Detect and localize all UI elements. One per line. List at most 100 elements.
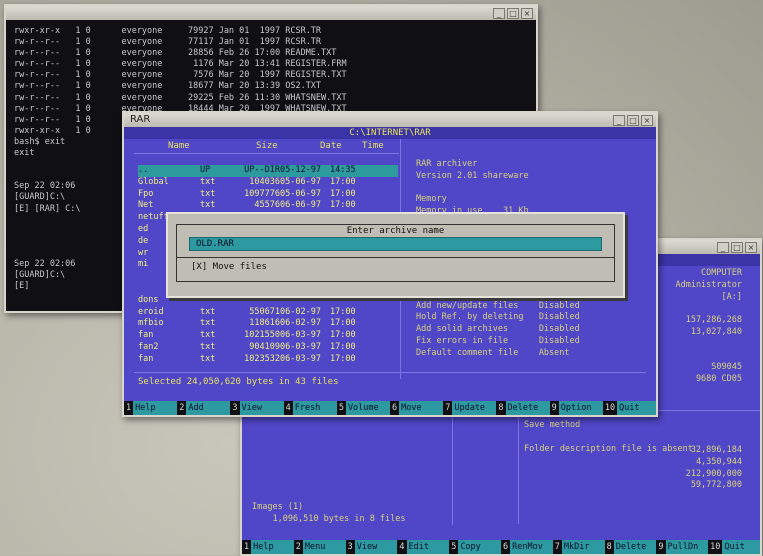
dialog-separator xyxy=(177,257,614,258)
file-row[interactable]: .. UP UP--DIR05-12-97 14:35 xyxy=(138,165,398,177)
file-type: txt xyxy=(200,341,216,352)
terminal-line: rwxr-xr-x 1 0 everyone 79927 Jan 01 1997… xyxy=(14,26,322,36)
file-name: fan2 xyxy=(138,341,159,352)
file-type: txt xyxy=(200,200,216,211)
archive-name-input[interactable]: OLD.RAR xyxy=(189,237,602,251)
file-date: 05-06-97 xyxy=(280,176,321,187)
file-row[interactable]: Fpo txt 109777605-06-97 17:00 xyxy=(138,189,398,201)
fkey-label: Option xyxy=(558,401,603,415)
fkey-delete-button[interactable]: 8 Delete xyxy=(605,540,657,554)
file-row[interactable]: Global txt 10403605-06-97 17:00 xyxy=(138,177,398,189)
fkey-quit-button[interactable]: 10 Quit xyxy=(708,540,760,554)
fkey-add-button[interactable]: 2 Add xyxy=(177,401,231,415)
fkey-view-button[interactable]: 3 View xyxy=(230,401,284,415)
file-size: 550671 xyxy=(249,306,280,317)
minimize-icon[interactable]: _ xyxy=(613,115,625,126)
file-time: 17:00 xyxy=(330,200,356,211)
fkey-number: 1 xyxy=(244,542,250,552)
note-line: Folder description file is absent xyxy=(524,443,693,454)
status-line: Images (1) xyxy=(252,502,304,512)
fkey-label: Delete xyxy=(613,540,657,554)
fkey-number: 3 xyxy=(232,403,238,413)
fkey-label: Update xyxy=(452,401,497,415)
drive-info-line: 59,772,800 xyxy=(690,480,742,491)
file-date: 05-06-97 xyxy=(280,188,321,199)
dialog-title-wrap: Enter archive name xyxy=(177,218,614,237)
panel-status: Images (1) 1,096,510 bytes in 8 files xyxy=(252,502,406,526)
close-icon[interactable]: × xyxy=(745,242,757,253)
file-name: fan xyxy=(138,353,154,364)
info-line: Hold Ref. by deleting Disabled xyxy=(416,312,580,323)
fkey-mkdir-button[interactable]: 7 MkDir xyxy=(553,540,605,554)
fkey-view-button[interactable]: 3 View xyxy=(346,540,398,554)
fkey-number: 7 xyxy=(445,403,451,413)
file-time: 17:00 xyxy=(330,318,356,329)
column-header-name[interactable]: Name xyxy=(168,139,190,153)
fkey-edit-button[interactable]: 4 Edit xyxy=(397,540,450,554)
fkey-volume-button[interactable]: 5 Volume xyxy=(337,401,391,415)
info-line: Version 2.01 shareware xyxy=(416,170,529,181)
fkey-label: PullDn xyxy=(665,540,709,554)
window-title: RAR xyxy=(130,114,151,125)
column-header-size[interactable]: Size xyxy=(256,139,278,153)
file-type: txt xyxy=(200,306,216,317)
column-header-time[interactable]: Time xyxy=(362,139,384,153)
note-line: Save method xyxy=(524,420,581,430)
fkey-label: View xyxy=(239,401,284,415)
fkey-number: 10 xyxy=(710,542,721,552)
rar-title-bar[interactable]: RAR _ □ × xyxy=(124,113,656,127)
close-icon[interactable]: × xyxy=(641,115,653,126)
fkey-number: 9 xyxy=(658,542,664,552)
file-size: 45576 xyxy=(254,200,280,211)
file-size: UP--DIR xyxy=(244,165,280,175)
fkey-fresh-button[interactable]: 4 Fresh xyxy=(284,401,337,415)
terminal-title-bar[interactable]: _ □ × xyxy=(6,6,536,20)
fkey-option-button[interactable]: 9 Option xyxy=(550,401,603,415)
file-row[interactable]: mfbio txt 11861606-02-97 17:00 xyxy=(138,318,398,330)
file-type: txt xyxy=(200,188,216,199)
minimize-icon[interactable]: _ xyxy=(493,8,505,19)
archive-path: C:\INTERNET\RAR xyxy=(124,127,656,139)
file-row[interactable]: Net txt 4557606-06-97 17:00 xyxy=(138,200,398,212)
fkey-label: Help xyxy=(251,540,294,554)
fkey-copy-button[interactable]: 5 Copy xyxy=(449,540,501,554)
move-files-checkbox[interactable]: [X] Move files xyxy=(191,262,267,272)
maximize-icon[interactable]: □ xyxy=(507,8,519,19)
info-line: Add solid archives Disabled xyxy=(416,324,580,335)
fkey-label: Quit xyxy=(617,401,657,415)
fkey-help-button[interactable]: 1 Help xyxy=(124,401,178,415)
file-size: 1021550 xyxy=(244,330,280,341)
file-row[interactable]: eroid txt 55067106-02-97 17:00 xyxy=(138,307,398,319)
fkey-menu-button[interactable]: 2 Menu xyxy=(294,540,346,554)
fkey-label: View xyxy=(354,540,398,554)
fkey-pulldn-button[interactable]: 9 PullDn xyxy=(656,540,709,554)
file-size: 904109 xyxy=(249,341,280,352)
minimize-icon[interactable]: _ xyxy=(717,242,729,253)
file-date: 06-02-97 xyxy=(280,306,321,317)
function-key-bar: 1 Help 2 Menu 3 View 4 Edit 5 Copy 6 RenMov 7 MkDir 8 D… xyxy=(242,540,760,554)
file-type: txt xyxy=(200,318,216,329)
archive-name-dialog[interactable]: Enter archive name OLD.RAR [X] Move file… xyxy=(166,212,625,298)
fkey-renmov-button[interactable]: 6 RenMov xyxy=(501,540,553,554)
fkey-quit-button[interactable]: 10 Quit xyxy=(603,401,657,415)
file-size: 1023532 xyxy=(244,353,280,364)
file-row[interactable]: fan txt 102155006-03-97 17:00 xyxy=(138,330,398,342)
fkey-number: 2 xyxy=(295,542,301,552)
fkey-number: 5 xyxy=(338,403,344,413)
fkey-label: Fresh xyxy=(292,401,337,415)
fkey-update-button[interactable]: 7 Update xyxy=(443,401,497,415)
fkey-delete-button[interactable]: 8 Delete xyxy=(496,401,550,415)
file-row[interactable]: fan2 txt 90410906-03-97 17:00 xyxy=(138,342,398,354)
fkey-move-button[interactable]: 6 Move xyxy=(390,401,444,415)
selection-status: Selected 24,050,620 bytes in 43 files xyxy=(138,377,339,387)
file-row[interactable]: fan txt 102353206-03-97 17:00 xyxy=(138,354,398,366)
close-icon[interactable]: × xyxy=(521,8,533,19)
fkey-help-button[interactable]: 1 Help xyxy=(242,540,294,554)
column-header-date[interactable]: Date xyxy=(320,139,342,153)
maximize-icon[interactable]: □ xyxy=(627,115,639,126)
file-time: 17:00 xyxy=(330,176,356,187)
maximize-icon[interactable]: □ xyxy=(731,242,743,253)
fkey-number: 5 xyxy=(451,542,457,552)
window-controls: _ □ × xyxy=(717,242,757,253)
fkey-number: 6 xyxy=(392,403,398,413)
